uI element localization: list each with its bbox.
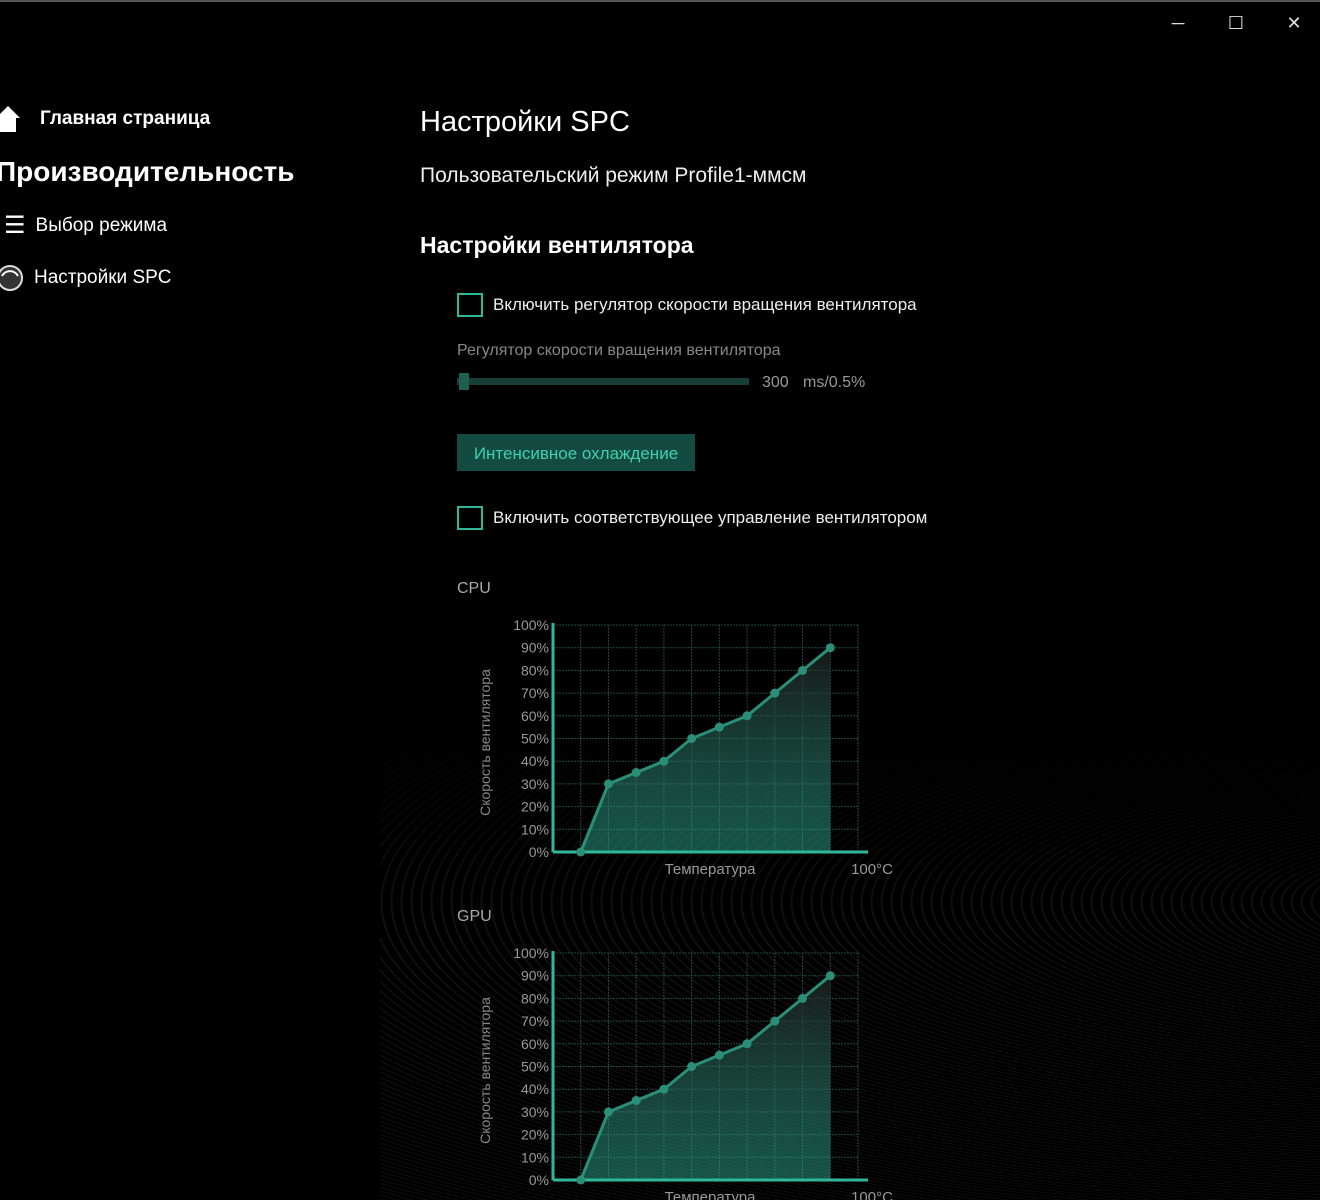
y-tick-label: 70%: [521, 1013, 549, 1029]
curve-point[interactable]: [631, 768, 641, 778]
cpu-chart-title: CPU: [457, 580, 491, 597]
curve-point[interactable]: [687, 1062, 697, 1071]
curve-point[interactable]: [770, 1016, 780, 1026]
y-tick-label: 80%: [521, 990, 549, 1006]
curve-point[interactable]: [659, 756, 669, 766]
y-tick-label: 100%: [513, 945, 549, 961]
checkbox-label: Включить соответствующее управление вент…: [493, 508, 928, 527]
slider-value: 300: [762, 374, 789, 391]
sidebar-item-label: Настройки SPC: [34, 267, 172, 288]
gpu-chart-title: GPU: [457, 908, 492, 925]
curve-point[interactable]: [825, 971, 835, 981]
y-tick-label: 70%: [521, 685, 549, 701]
curve-point[interactable]: [825, 643, 835, 653]
sidebar-item-label: Главная страница: [40, 108, 211, 129]
y-tick-label: 20%: [521, 799, 549, 815]
x-axis-label: Температура: [665, 861, 757, 878]
curve-point[interactable]: [742, 711, 752, 721]
slider-label: Регулятор скорости вращения вентилятора: [457, 342, 781, 359]
cpu-fan-curve-chart[interactable]: 0% 10% 20% 30% 40% 50% 60% 70% 80% 90% 100% Темпера…: [470, 612, 910, 882]
y-tick-label: 50%: [521, 1059, 549, 1075]
checkbox-box[interactable]: [457, 506, 483, 530]
y-tick-label: 10%: [521, 1149, 549, 1165]
slider-thumb[interactable]: [459, 373, 469, 390]
enable-speed-regulator-checkbox[interactable]: Включить регулятор скорости вращения вен…: [457, 293, 917, 317]
curve-point[interactable]: [770, 688, 780, 698]
y-axis-label: Скорость вентилятора: [477, 669, 493, 816]
enable-fan-control-checkbox[interactable]: Включить соответствующее управление вент…: [457, 506, 927, 530]
y-tick-label: 50%: [521, 731, 549, 747]
curve-point[interactable]: [714, 1050, 724, 1060]
curve-point[interactable]: [576, 847, 586, 857]
curve-point[interactable]: [742, 1039, 752, 1049]
page-title: Настройки SPC: [420, 106, 630, 138]
y-tick-label: 40%: [521, 753, 549, 769]
curve-point[interactable]: [659, 1084, 669, 1094]
y-tick-label: 60%: [521, 708, 549, 724]
y-tick-label: 30%: [521, 1104, 549, 1120]
y-tick-label: 30%: [521, 776, 549, 792]
curve-point[interactable]: [631, 1096, 641, 1106]
curve-point[interactable]: [714, 722, 724, 732]
gpu-fan-curve-chart[interactable]: 0% 10% 20% 30% 40% 50% 60% 70% 80% 90% 100% Темпера…: [470, 940, 910, 1200]
y-tick-label: 90%: [521, 640, 549, 656]
close-button[interactable]: ✕: [1274, 10, 1314, 36]
gauge-icon: [0, 265, 23, 291]
curve-point[interactable]: [603, 1107, 613, 1117]
minimize-button[interactable]: ─: [1158, 10, 1198, 36]
fan-settings-heading: Настройки вентилятора: [420, 232, 694, 258]
curve-point[interactable]: [798, 665, 808, 675]
y-axis-label: Скорость вентилятора: [477, 997, 493, 1144]
y-tick-label: 90%: [521, 968, 549, 984]
y-tick-label: 80%: [521, 662, 549, 678]
curve-point[interactable]: [687, 734, 697, 743]
curve-point[interactable]: [798, 993, 808, 1003]
curve-point[interactable]: [576, 1175, 586, 1185]
slider-unit: ms/0.5%: [803, 374, 866, 391]
checkbox-box[interactable]: [457, 293, 483, 317]
y-tick-label: 60%: [521, 1036, 549, 1052]
menu-icon: ☰: [4, 212, 26, 239]
x-axis-label: Температура: [665, 1189, 757, 1200]
y-tick-label: 0%: [529, 844, 549, 860]
curve-point[interactable]: [603, 779, 613, 789]
home-icon: [0, 106, 20, 132]
speed-slider[interactable]: [457, 373, 749, 390]
maximize-button[interactable]: ☐: [1216, 10, 1256, 36]
y-tick-label: 10%: [521, 821, 549, 837]
y-tick-label: 20%: [521, 1127, 549, 1143]
y-tick-label: 0%: [529, 1172, 549, 1188]
sidebar-item-label: Выбор режима: [35, 215, 168, 236]
sidebar-item-mode-select[interactable]: ☰ Выбор режима: [4, 214, 167, 238]
sidebar-section-title: Производительность: [0, 156, 295, 187]
y-tick-label: 100%: [513, 617, 549, 633]
sidebar-item-home[interactable]: Главная страница: [0, 104, 210, 134]
profile-subtitle: Пользовательский режим Profile1-ммсм: [420, 164, 807, 187]
sidebar-item-spc-settings[interactable]: Настройки SPC: [0, 264, 172, 292]
x-axis-end-label: 100°C: [851, 861, 893, 878]
x-axis-end-label: 100°C: [851, 1189, 893, 1200]
intense-cooling-button[interactable]: Интенсивное охлаждение: [457, 434, 695, 471]
checkbox-label: Включить регулятор скорости вращения вен…: [493, 295, 917, 314]
y-tick-label: 40%: [521, 1081, 549, 1097]
